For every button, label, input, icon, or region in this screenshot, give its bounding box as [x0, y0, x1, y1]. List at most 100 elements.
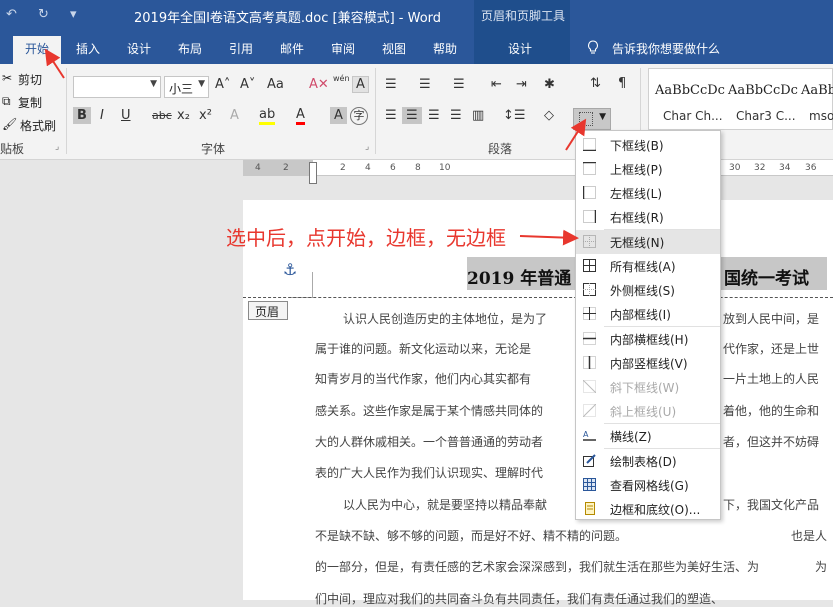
menu-item-left-border[interactable]: 左框线(L): [576, 181, 720, 205]
font-name-select[interactable]: ▼: [73, 76, 161, 98]
tab-insert[interactable]: 插入: [76, 40, 100, 57]
horizontal-ruler[interactable]: 4 2 2 4 6 8 10 30 32 34 36: [243, 160, 833, 176]
change-case-button[interactable]: Aa: [267, 77, 284, 92]
menu-item-draw-table[interactable]: 绘制表格(D): [576, 449, 720, 473]
distributed-icon[interactable]: ▥: [472, 108, 484, 123]
title-bar: ↶ ↻ ▾ 2019年全国I卷语文高考真题.doc [兼容模式] - Word: [0, 0, 833, 32]
font-size-select[interactable]: 小三 ▼: [164, 76, 209, 98]
menu-item-borders-shading[interactable]: 边框和底纹(O)...: [576, 497, 720, 521]
justify-icon[interactable]: ☰: [450, 108, 462, 123]
indent-marker[interactable]: [309, 162, 317, 184]
line-spacing-icon[interactable]: ↕☰: [503, 108, 526, 123]
ruler-tick: 4: [365, 163, 371, 173]
menu-item-inside-vertical[interactable]: 内部竖框线(V): [576, 351, 720, 375]
superscript-button[interactable]: x²: [199, 108, 212, 123]
menu-item-all-borders[interactable]: 所有框线(A): [576, 254, 720, 278]
menu-item-outside-borders[interactable]: 外侧框线(S): [576, 278, 720, 302]
body-line-right: 也是人: [791, 529, 828, 543]
redo-icon[interactable]: ↻: [38, 7, 49, 22]
enclose-characters-button[interactable]: 字: [350, 107, 368, 125]
margin-crop-mark: [289, 272, 313, 298]
inside-vertical-border-icon: [583, 356, 596, 369]
ruler-tick: 34: [779, 163, 791, 173]
menu-item-view-gridlines[interactable]: 查看网格线(G): [576, 473, 720, 497]
body-line-right: 一片土地上的人民: [723, 372, 820, 386]
strikethrough-button[interactable]: abc: [152, 109, 172, 122]
format-painter-icon[interactable]: 🖌: [2, 117, 17, 131]
menu-item-diagonal-down: 斜下框线(W): [576, 375, 720, 399]
underline-button[interactable]: U: [121, 108, 131, 123]
menu-item-inside-horizontal[interactable]: 内部横框线(H): [576, 327, 720, 351]
increase-indent-icon[interactable]: ⇥: [516, 77, 527, 92]
tab-design[interactable]: 设计: [127, 40, 151, 57]
svg-text:A: A: [583, 430, 589, 439]
body-line-right: 放到人民中间，是: [723, 312, 820, 326]
shrink-font-button[interactable]: A˅: [240, 77, 255, 92]
scissors-icon[interactable]: ✂: [2, 71, 12, 85]
paragraph-group-label: 段落: [488, 142, 513, 156]
header-separator: [243, 297, 833, 298]
tab-references[interactable]: 引用: [229, 40, 253, 57]
menu-item-right-border[interactable]: 右框线(R): [576, 205, 720, 229]
highlight-button[interactable]: ab: [259, 107, 276, 125]
group-divider: [66, 68, 67, 154]
body-line-right: 着他，他的生命和: [723, 404, 820, 418]
style-item[interactable]: AaBbmsor: [795, 69, 833, 129]
menu-item-inside-borders[interactable]: 内部框线(I): [576, 302, 720, 326]
clipboard-launcher-icon[interactable]: ⌟: [55, 142, 59, 152]
show-marks-icon[interactable]: ¶: [618, 76, 626, 91]
align-right-icon[interactable]: ☰: [428, 108, 440, 123]
bold-button[interactable]: B: [73, 107, 91, 124]
tell-me-search[interactable]: 告诉我你想要做什么: [612, 40, 720, 57]
document-page[interactable]: ⚓ 2019 年普通 国统一考试 页眉 认识人民创造历史的主体地位，是为了 属于…: [243, 200, 833, 606]
subscript-button[interactable]: x₂: [177, 108, 190, 123]
copy-button[interactable]: 复制: [18, 94, 42, 111]
group-divider: [375, 68, 376, 154]
font-launcher-icon[interactable]: ⌟: [365, 142, 369, 152]
copy-icon[interactable]: ⧉: [2, 94, 11, 109]
numbering-icon[interactable]: ☰: [419, 77, 431, 92]
multilevel-list-icon[interactable]: ☰: [453, 77, 465, 92]
bullets-icon[interactable]: ☰: [385, 77, 397, 92]
italic-button[interactable]: I: [100, 108, 104, 123]
body-line-right: 代作家，还是上世: [723, 342, 820, 356]
style-item[interactable]: AaBbCcDc Char3 C...: [722, 69, 798, 129]
tab-layout[interactable]: 布局: [178, 40, 202, 57]
ruler-tick: 4: [255, 163, 261, 173]
font-color-button[interactable]: A: [296, 107, 305, 125]
menu-item-bottom-border[interactable]: 下框线(B): [576, 133, 720, 157]
cut-button[interactable]: 剪切: [18, 71, 42, 88]
align-left-icon[interactable]: ☰: [385, 108, 397, 123]
character-shading-button[interactable]: A: [330, 107, 347, 124]
menu-item-top-border[interactable]: 上框线(P): [576, 157, 720, 181]
character-border-button[interactable]: A: [352, 76, 369, 93]
body-line: 属于谁的问题。新文化运动以来，无论是: [315, 342, 532, 356]
phonetic-guide-button[interactable]: wén: [333, 74, 350, 83]
chinese-layout-icon[interactable]: ✱: [544, 77, 555, 92]
menu-item-no-border[interactable]: 无框线(N): [576, 230, 720, 254]
clipboard-group-label: 贴板: [0, 142, 25, 156]
tab-help[interactable]: 帮助: [433, 40, 457, 57]
body-line: 表的广大人民作为我们认识现实、理解时代: [315, 466, 544, 480]
grow-font-button[interactable]: A˄: [215, 77, 230, 92]
clear-formatting-button[interactable]: A✕: [309, 77, 329, 92]
tab-header-footer-design[interactable]: 设计: [508, 40, 532, 57]
sort-icon[interactable]: ⇅: [590, 76, 601, 91]
format-painter-button[interactable]: 格式刷: [20, 117, 56, 134]
decrease-indent-icon[interactable]: ⇤: [491, 77, 502, 92]
ruler-tick: 30: [729, 163, 741, 173]
tab-view[interactable]: 视图: [382, 40, 406, 57]
menu-item-horizontal-line[interactable]: A 横线(Z): [576, 424, 720, 448]
tab-home[interactable]: 开始: [13, 36, 62, 64]
no-border-icon: [583, 235, 596, 248]
customize-qat-icon[interactable]: ▾: [70, 7, 77, 22]
text-effects-button[interactable]: A: [230, 108, 239, 123]
style-item[interactable]: AaBbCcDc Char Ch...: [649, 69, 725, 129]
align-center-icon[interactable]: ☰: [402, 107, 422, 124]
annotation-text: 选中后，点开始，边框，无边框: [226, 226, 506, 250]
borders-button[interactable]: ▼: [573, 108, 611, 130]
shading-icon[interactable]: ◇: [544, 108, 554, 123]
undo-icon[interactable]: ↶: [6, 7, 17, 22]
tab-review[interactable]: 审阅: [331, 40, 355, 57]
tab-mailings[interactable]: 邮件: [280, 40, 304, 57]
